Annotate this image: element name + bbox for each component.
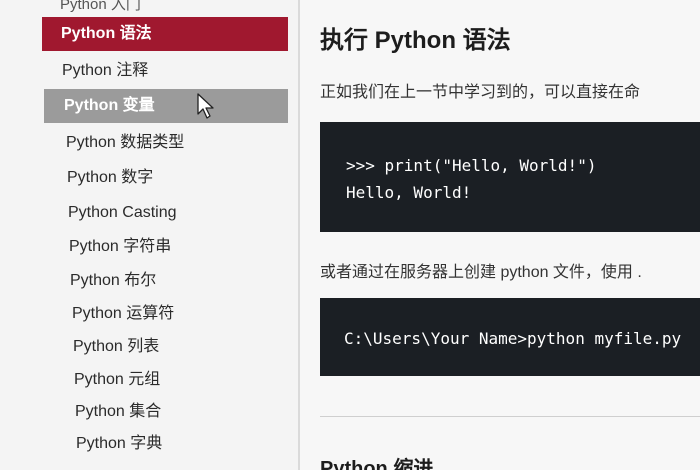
- sidebar-item-operators[interactable]: Python 运算符: [72, 297, 174, 331]
- sidebar-item-label: Python 入门: [60, 0, 141, 13]
- intro-paragraph: 正如我们在上一节中学习到的，可以直接在命: [320, 84, 641, 101]
- paragraph: 或者通过在服务器上创建 python 文件，使用 .: [320, 264, 642, 281]
- sidebar-item-label: Python 布尔: [70, 272, 157, 289]
- sidebar-item-casting[interactable]: Python Casting: [68, 196, 177, 230]
- sidebar-item-label: Python 字符串: [69, 238, 172, 255]
- sidebar-item-label: Python 元组: [74, 371, 161, 388]
- sidebar-item-label: Python 语法: [61, 25, 152, 42]
- sidebar-item-comments[interactable]: Python 注释: [62, 54, 148, 88]
- sidebar-item-label: Python 集合: [75, 403, 162, 420]
- sidebar-item-label: Python 数据类型: [66, 134, 185, 151]
- code-block: >>> print("Hello, World!") Hello, World!: [320, 122, 700, 232]
- sidebar-item-sets[interactable]: Python 集合: [75, 395, 161, 429]
- sidebar-item-label: Python 运算符: [72, 305, 175, 322]
- sidebar-item-syntax[interactable]: Python 语法: [42, 17, 288, 51]
- code-line: Hello, World!: [346, 183, 472, 202]
- sidebar: Python 入门 Python 语法 Python 注释 Python 变量 …: [0, 0, 300, 470]
- sidebar-item-intro[interactable]: Python 入门: [60, 0, 141, 14]
- sidebar-item-label: Python 列表: [73, 338, 160, 355]
- sidebar-item-label: Python 字典: [76, 435, 163, 452]
- section-heading: Python 缩进: [320, 458, 434, 470]
- sidebar-item-numbers[interactable]: Python 数字: [67, 161, 153, 195]
- sidebar-item-label: Python 数字: [67, 169, 154, 186]
- sidebar-item-variables[interactable]: Python 变量: [44, 89, 288, 123]
- sidebar-item-booleans[interactable]: Python 布尔: [70, 264, 156, 298]
- sidebar-item-label: Python 变量: [64, 97, 155, 114]
- section-divider: [320, 416, 700, 417]
- sidebar-item-data-types[interactable]: Python 数据类型: [66, 126, 184, 160]
- code-line: >>> print("Hello, World!"): [346, 156, 597, 175]
- code-block: C:\Users\Your Name>python myfile.py: [320, 298, 700, 376]
- sidebar-item-strings[interactable]: Python 字符串: [69, 230, 171, 264]
- sidebar-item-label: Python Casting: [68, 204, 177, 221]
- main-content: 执行 Python 语法 正如我们在上一节中学习到的，可以直接在命 >>> pr…: [300, 0, 700, 470]
- screen: Python 入门 Python 语法 Python 注释 Python 变量 …: [0, 0, 700, 470]
- code-line: C:\Users\Your Name>python myfile.py: [344, 329, 682, 348]
- sidebar-item-tuples[interactable]: Python 元组: [74, 363, 160, 397]
- sidebar-item-dictionaries[interactable]: Python 字典: [76, 427, 162, 461]
- page-title: 执行 Python 语法: [320, 27, 511, 54]
- sidebar-item-lists[interactable]: Python 列表: [73, 330, 159, 364]
- mouse-pointer-icon: [197, 93, 214, 119]
- sidebar-item-label: Python 注释: [62, 62, 149, 79]
